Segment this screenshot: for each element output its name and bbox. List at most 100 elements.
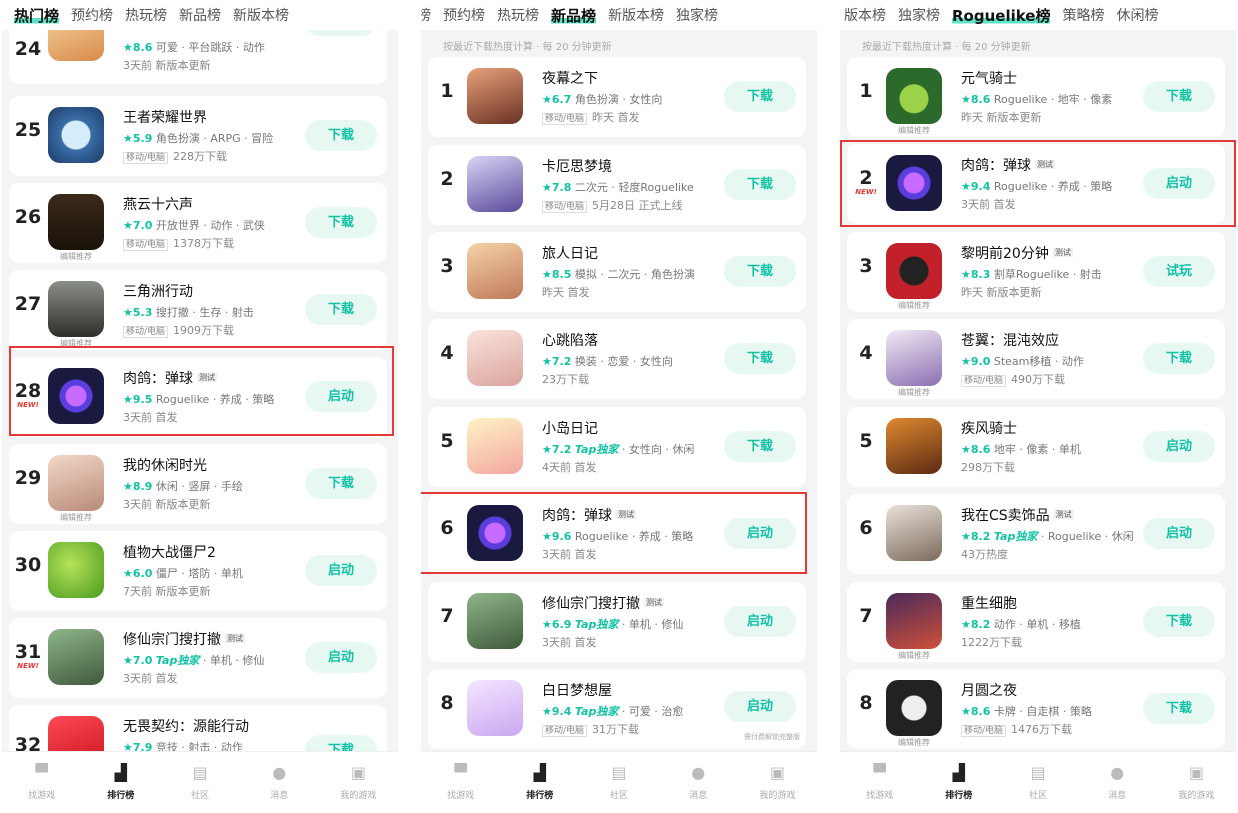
- tab-reserve[interactable]: 预约榜: [71, 5, 113, 25]
- tab-exclusive[interactable]: 独家榜: [676, 5, 718, 25]
- nav-find-games[interactable]: ▀ 找游戏: [840, 752, 919, 813]
- game-icon: [467, 156, 523, 212]
- nav-my-games[interactable]: ▣ 我的游戏: [319, 752, 398, 813]
- game-icon: [48, 281, 104, 337]
- game-meta: ★9.4 Tap独家 · 可爱 · 治愈: [542, 705, 684, 718]
- game-title: 黎明前20分钟 测试: [961, 246, 1073, 262]
- tab-new-version[interactable]: 新版本榜: [608, 5, 664, 25]
- download-button[interactable]: 下载: [1143, 343, 1215, 374]
- nav-messages[interactable]: ● 消息: [240, 752, 319, 813]
- nav-messages[interactable]: ● 消息: [659, 752, 738, 813]
- download-button[interactable]: 下载: [724, 431, 796, 462]
- game-meta: ★7.0 开放世界 · 动作 · 武侠: [123, 219, 265, 232]
- game-card[interactable]: 6 我在CS卖饰品 测试 ★8.2 Tap独家 · Roguelike · 休闲 …: [847, 494, 1225, 574]
- download-button[interactable]: 下载: [724, 81, 796, 112]
- game-card[interactable]: 25 王者荣耀世界 ★5.9 角色扮演 · ARPG · 冒险 移动/电脑 228…: [9, 96, 387, 176]
- tab-reserve[interactable]: 预约榜: [443, 5, 485, 25]
- launch-button[interactable]: 启动: [305, 555, 377, 586]
- game-card[interactable]: 8 编辑推荐 月圆之夜 ★8.6 卡牌 · 自走棋 · 策略 移动/电脑 1476…: [847, 669, 1225, 749]
- tab-roguelike[interactable]: Roguelike榜: [952, 4, 1051, 26]
- paid-unlock-note: 需付费解锁完整版: [744, 733, 800, 741]
- game-card[interactable]: 5 小岛日记 ★7.2 Tap独家 · 女性向 · 休闲 4天前 首发 下载: [428, 407, 806, 487]
- game-sub: 移动/电脑 490万下载: [961, 371, 1065, 387]
- game-sub: 298万下载: [961, 461, 1015, 474]
- tab-hot[interactable]: 热门榜: [14, 4, 60, 26]
- tab-new[interactable]: 新品榜: [179, 5, 221, 25]
- tab-new-version[interactable]: 新版本榜: [233, 5, 289, 25]
- game-card[interactable]: 7 修仙宗门搜打撤 测试 ★6.9 Tap独家 · 单机 · 修仙 3天前 首发 …: [428, 582, 806, 662]
- launch-button[interactable]: 启动: [724, 606, 796, 637]
- download-button[interactable]: 下载: [724, 343, 796, 374]
- game-icon: [467, 68, 523, 124]
- launch-button[interactable]: 启动: [1143, 518, 1215, 549]
- nav-find-games[interactable]: ▀ 找游戏: [2, 752, 81, 813]
- tab-hot-play[interactable]: 热玩榜: [497, 5, 539, 25]
- game-sub: 昨天 首发: [542, 286, 590, 299]
- download-button[interactable]: 下载: [1143, 693, 1215, 724]
- download-button[interactable]: 下载: [1143, 81, 1215, 112]
- tab-partial[interactable]: 版本榜: [844, 5, 886, 25]
- tab-partial[interactable]: 约榜: [421, 5, 431, 25]
- game-card[interactable]: 27 编辑推荐 三角洲行动 ★5.3 搜打撤 · 生存 · 射击 移动/电脑 19…: [9, 270, 387, 350]
- game-title: 小岛日记: [542, 421, 598, 437]
- download-button[interactable]: 下载: [305, 468, 377, 499]
- game-card[interactable]: 3 编辑推荐 黎明前20分钟 测试 ★8.3 割草Roguelike · 射击 昨…: [847, 232, 1225, 312]
- game-card[interactable]: 26 编辑推荐 燕云十六声 ★7.0 开放世界 · 动作 · 武侠 移动/电脑 1…: [9, 183, 387, 263]
- game-meta: ★6.0 僵尸 · 塔防 · 单机: [123, 567, 243, 580]
- launch-button[interactable]: 启动: [305, 642, 377, 673]
- game-sub: 4天前 首发: [542, 461, 597, 474]
- download-button[interactable]: 下载: [305, 120, 377, 151]
- download-button[interactable]: 下载: [305, 207, 377, 238]
- nav-find-games[interactable]: ▀ 找游戏: [421, 752, 500, 813]
- game-card[interactable]: 4 心跳陷落 ★7.2 换装 · 恋爱 · 女性向 23万下载 下载: [428, 319, 806, 399]
- community-icon: ▤: [611, 763, 627, 782]
- game-icon: [467, 330, 523, 386]
- tab-hot-play[interactable]: 热玩榜: [125, 5, 167, 25]
- game-card[interactable]: 31 NEW! 修仙宗门搜打撤 测试 ★7.0 Tap独家 · 单机 · 修仙 3…: [9, 618, 387, 698]
- game-card[interactable]: 1 夜幕之下 ★6.7 角色扮演 · 女性向 移动/电脑 昨天 首发 下载: [428, 57, 806, 137]
- rank-number: 30: [14, 554, 42, 576]
- nav-community[interactable]: ▤ 社区: [579, 752, 658, 813]
- nav-community[interactable]: ▤ 社区: [160, 752, 239, 813]
- download-button[interactable]: 下载: [724, 256, 796, 287]
- nav-my-games[interactable]: ▣ 我的游戏: [1157, 752, 1236, 813]
- game-card[interactable]: 4 编辑推荐 苍翼：混沌效应 ★9.0 Steam移植 · 动作 移动/电脑 49…: [847, 319, 1225, 399]
- highlight-box: [421, 492, 807, 574]
- game-title: 卡厄思梦境: [542, 159, 612, 175]
- download-button[interactable]: 下载: [1143, 606, 1215, 637]
- nav-my-games[interactable]: ▣ 我的游戏: [738, 752, 817, 813]
- game-meta: ★7.2 Tap独家 · 女性向 · 休闲: [542, 443, 695, 456]
- tab-casual[interactable]: 休闲榜: [1116, 5, 1158, 25]
- game-card[interactable]: 8 白日梦想屋 ★9.4 Tap独家 · 可爱 · 治愈 移动/电脑 31万下载 …: [428, 669, 806, 749]
- nav-ranking[interactable]: ▟ 排行榜: [81, 752, 160, 813]
- tab-strategy[interactable]: 策略榜: [1062, 5, 1104, 25]
- nav-ranking[interactable]: ▟ 排行榜: [500, 752, 579, 813]
- tab-new[interactable]: 新品榜: [551, 4, 597, 26]
- editor-pick-badge: 编辑推荐: [898, 126, 930, 135]
- game-icon: [886, 68, 942, 124]
- game-card[interactable]: 29 编辑推荐 我的休闲时光 ★8.9 休闲 · 竖屏 · 手绘 3天前 新版本…: [9, 444, 387, 524]
- game-card[interactable]: 2 卡厄思梦境 ★7.8 二次元 · 轻度Roguelike 移动/电脑 5月28…: [428, 145, 806, 225]
- launch-button[interactable]: 启动: [1143, 431, 1215, 462]
- game-card[interactable]: 1 编辑推荐 元气骑士 ★8.6 Roguelike · 地牢 · 像素 昨天 …: [847, 57, 1225, 137]
- nav-messages[interactable]: ● 消息: [1078, 752, 1157, 813]
- nav-ranking[interactable]: ▟ 排行榜: [919, 752, 998, 813]
- nav-community[interactable]: ▤ 社区: [998, 752, 1077, 813]
- my-games-icon: ▣: [769, 763, 785, 782]
- tab-exclusive[interactable]: 独家榜: [898, 5, 940, 25]
- game-title: 重生细胞: [961, 596, 1017, 612]
- game-sub: 移动/电脑 228万下载: [123, 148, 227, 164]
- editor-pick-badge: 编辑推荐: [898, 301, 930, 310]
- launch-button[interactable]: 启动: [724, 691, 796, 722]
- download-button[interactable]: 下载: [724, 169, 796, 200]
- rank-number: 2: [440, 168, 454, 190]
- download-button[interactable]: 下载: [305, 294, 377, 325]
- game-meta: ★8.5 模拟 · 二次元 · 角色扮演: [542, 268, 695, 281]
- game-card[interactable]: 3 旅人日记 ★8.5 模拟 · 二次元 · 角色扮演 昨天 首发 下载: [428, 232, 806, 312]
- ranking-tab-bar: 热门榜 预约榜 热玩榜 新品榜 新版本榜: [2, 0, 398, 30]
- game-card[interactable]: 7 编辑推荐 重生细胞 ★8.2 动作 · 单机 · 移植 1222万下载 下载: [847, 582, 1225, 662]
- try-button[interactable]: 试玩: [1143, 256, 1215, 287]
- game-card[interactable]: 5 疾风骑士 ★8.6 地牢 · 像素 · 单机 298万下载 启动: [847, 407, 1225, 487]
- game-card[interactable]: 30 植物大战僵尸2 ★6.0 僵尸 · 塔防 · 单机 7天前 新版本更新 启…: [9, 531, 387, 611]
- bottom-nav: ▀ 找游戏 ▟ 排行榜 ▤ 社区 ● 消息 ▣ 我的游戏: [2, 751, 398, 813]
